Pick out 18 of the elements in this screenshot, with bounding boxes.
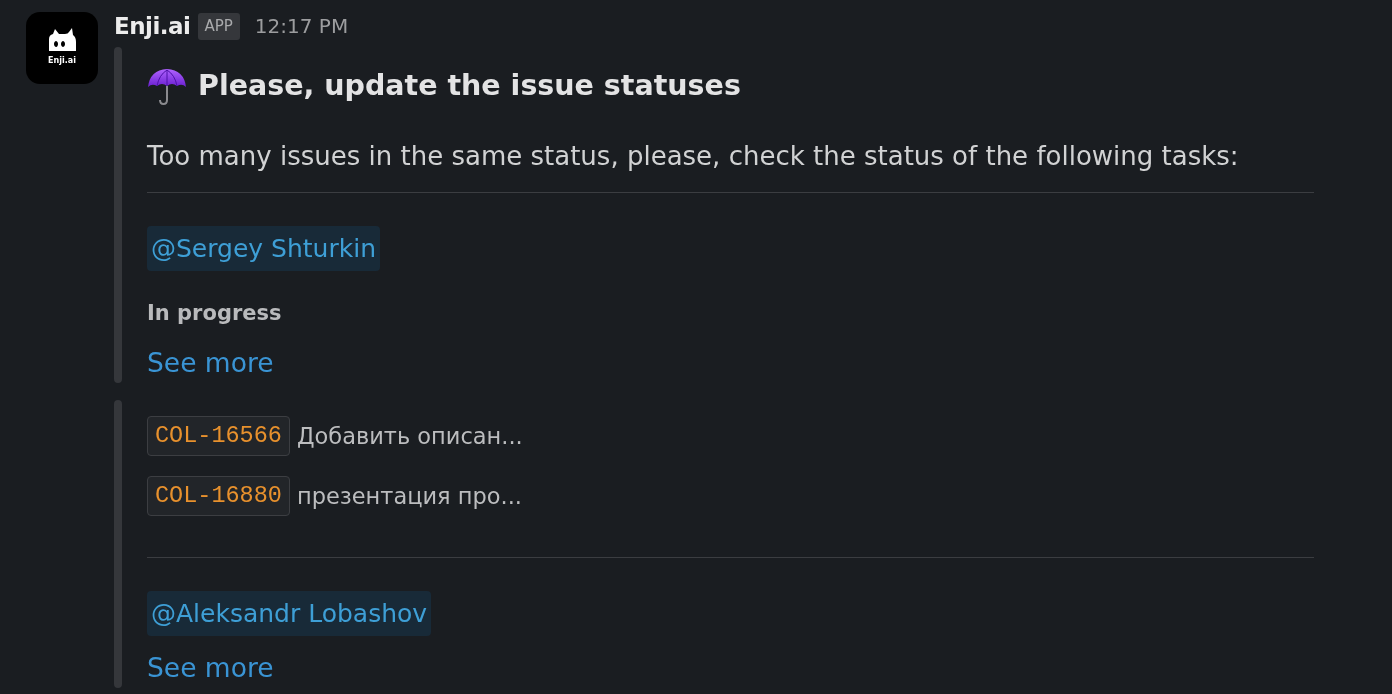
issue-key: COL-16566: [147, 416, 290, 456]
message-text: Too many issues in the same status, please, check the status of the following tasks:: [147, 140, 1239, 173]
issue-key: COL-16880: [147, 476, 290, 516]
cat-logo-icon: [47, 28, 77, 52]
see-more-link[interactable]: See more: [147, 347, 274, 378]
see-more-link[interactable]: See more: [147, 652, 274, 683]
app-badge: APP: [197, 12, 240, 40]
status-label: In progress: [147, 300, 282, 327]
issue-summary: презентация про...: [296, 482, 522, 511]
message-title: Please, update the issue statuses: [198, 68, 741, 104]
user-mention[interactable]: @Aleksandr Lobashov: [147, 591, 432, 636]
sender-name[interactable]: Enji.ai: [114, 12, 191, 40]
user-mention[interactable]: @Sergey Shturkin: [147, 226, 380, 271]
avatar-label: Enji.ai: [48, 56, 76, 66]
message-time[interactable]: 12:17 PM: [254, 12, 349, 40]
issue-summary: Добавить описан...: [296, 422, 523, 451]
app-avatar[interactable]: Enji.ai: [26, 12, 98, 84]
umbrella-icon: [147, 67, 187, 105]
